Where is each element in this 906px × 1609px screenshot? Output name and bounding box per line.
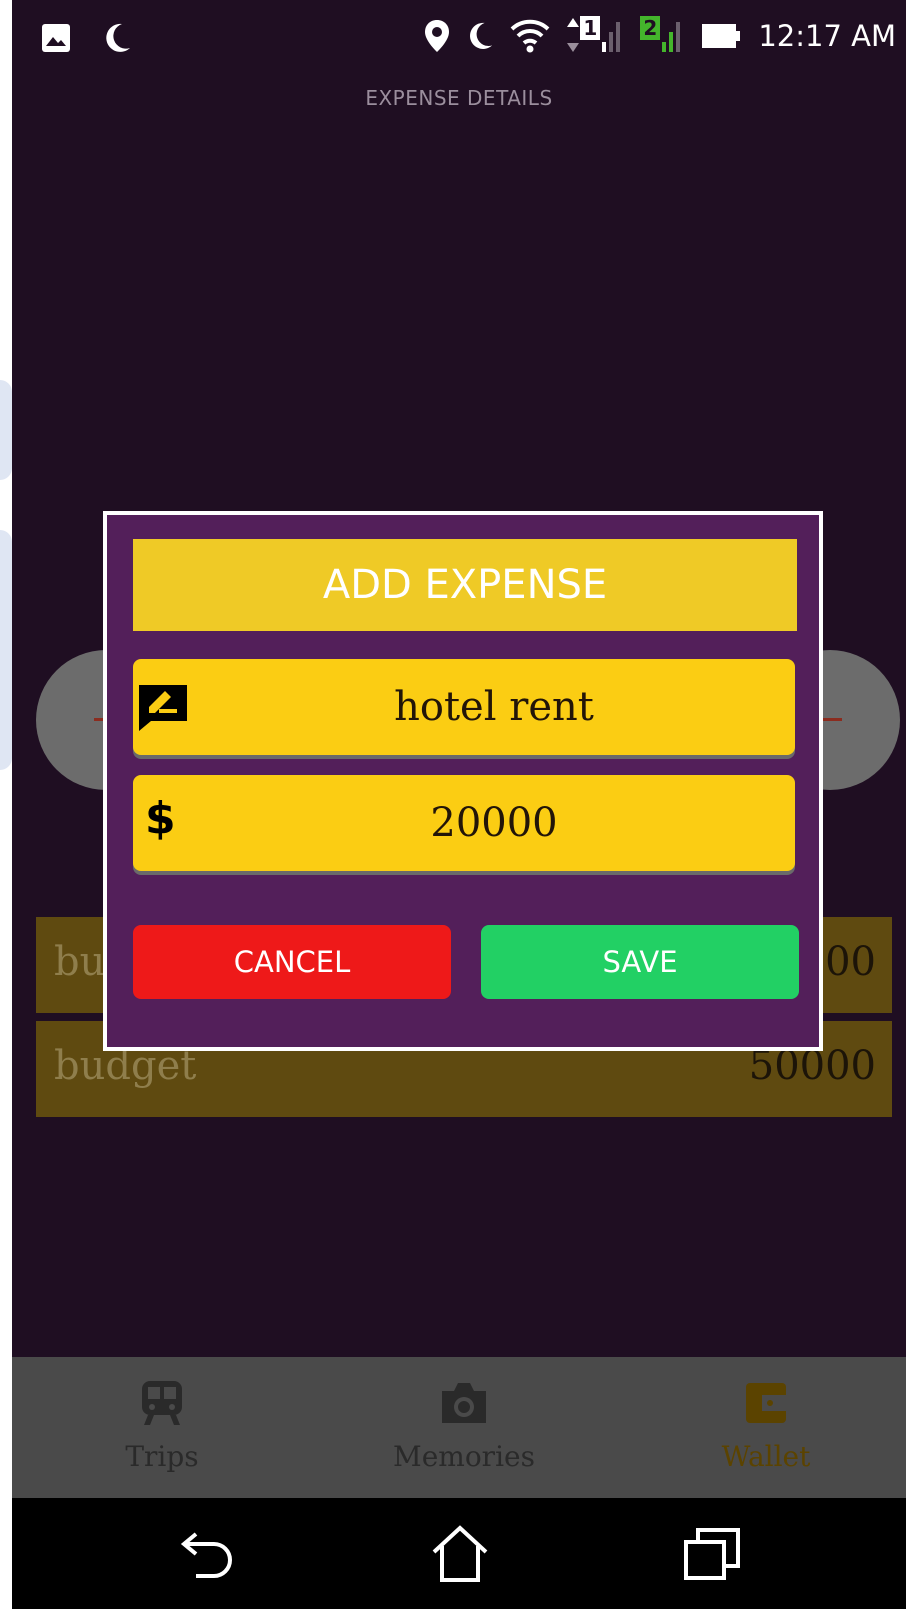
cancel-button[interactable]: CANCEL [133, 925, 451, 999]
edge-shape-top [0, 380, 12, 480]
back-icon[interactable] [178, 1524, 238, 1584]
expense-name-field[interactable]: hotel rent [133, 659, 795, 755]
nav-item-trips[interactable]: Trips [62, 1379, 262, 1473]
recent-apps-icon[interactable] [682, 1524, 742, 1584]
edge-shape-bottom [0, 530, 12, 770]
wallet-icon [746, 1383, 786, 1423]
save-button[interactable]: SAVE [481, 925, 799, 999]
wifi-icon [510, 19, 550, 53]
app-screen: 1 2 12:17 AM EXPENSE DETAILS bu 00 budge… [12, 0, 906, 1609]
expense-name-input[interactable]: hotel rent [193, 659, 795, 755]
nav-label: Memories [393, 1440, 535, 1473]
system-navigation-bar [12, 1498, 906, 1609]
sim2-signal: 2 [640, 16, 686, 56]
status-right-icons: 1 2 12:17 AM [424, 16, 896, 56]
bottom-navigation: Trips Memories Wallet [12, 1357, 906, 1498]
sim2-badge: 2 [640, 16, 661, 40]
expense-amount-field[interactable]: $ 20000 [133, 775, 795, 871]
data-arrows-icon [567, 18, 580, 52]
sim1-signal: 1 [566, 16, 624, 56]
signal-bars-icon [662, 22, 681, 52]
edit-note-icon [139, 685, 187, 731]
battery-icon [702, 24, 741, 48]
row-value: 00 [825, 939, 876, 985]
train-icon [142, 1381, 182, 1425]
row-label: bu [54, 939, 106, 985]
status-bar: 1 2 12:17 AM [12, 0, 906, 80]
dollar-icon: $ [145, 793, 176, 844]
location-pin-icon [425, 20, 450, 52]
camera-icon [442, 1383, 486, 1423]
status-time: 12:17 AM [758, 19, 896, 53]
do-not-disturb-moon-icon [106, 23, 130, 52]
sim1-badge: 1 [580, 16, 601, 40]
page-title: EXPENSE DETAILS [365, 86, 553, 110]
expense-amount-input[interactable]: 20000 [193, 775, 795, 871]
dialog-title: ADD EXPENSE [133, 539, 797, 631]
add-expense-dialog: ADD EXPENSE hotel rent $ 20000 CANCEL SA… [103, 511, 823, 1051]
signal-bars-icon [602, 22, 621, 52]
home-icon[interactable] [430, 1524, 490, 1584]
image-notification-icon [42, 24, 70, 52]
nav-item-memories[interactable]: Memories [364, 1379, 564, 1473]
moon-icon [470, 22, 493, 49]
status-left-icons [40, 22, 132, 54]
nav-label: Wallet [721, 1440, 811, 1473]
nav-label: Trips [125, 1440, 199, 1473]
nav-item-wallet[interactable]: Wallet [666, 1379, 866, 1473]
